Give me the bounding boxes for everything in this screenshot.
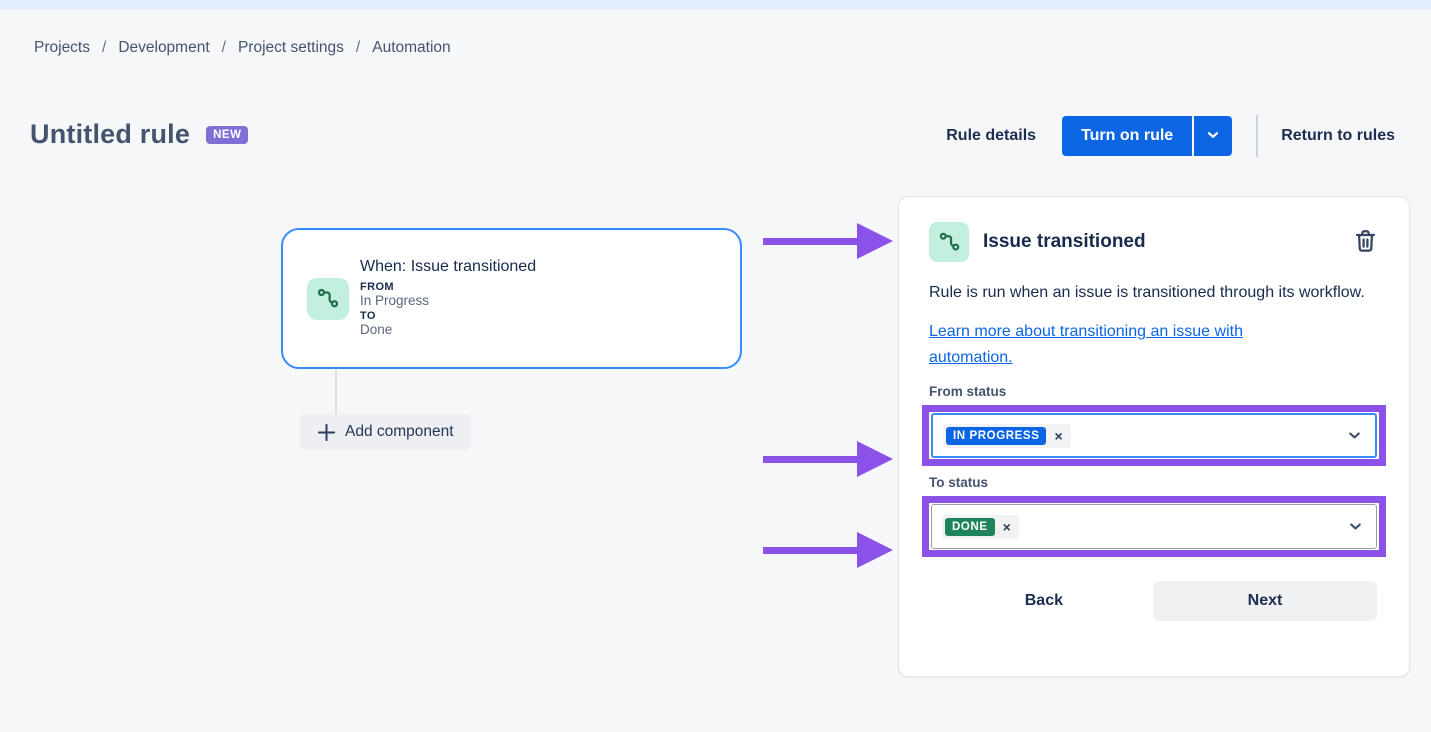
add-component-button[interactable]: Add component [300, 414, 471, 450]
to-status-label: To status [929, 475, 1379, 490]
breadcrumb-projects[interactable]: Projects [34, 39, 90, 57]
breadcrumb-development[interactable]: Development [118, 39, 209, 57]
from-status-annotation-highlight: IN PROGRESS × [922, 405, 1386, 466]
turn-on-rule-button[interactable]: Turn on rule [1062, 116, 1192, 156]
breadcrumb-separator: / [102, 39, 106, 57]
breadcrumb-separator: / [222, 39, 226, 57]
chevron-down-icon[interactable] [1347, 518, 1364, 535]
add-component-label: Add component [345, 423, 454, 441]
trigger-card-body: When: Issue transitioned FROM In Progres… [360, 258, 536, 339]
page-header: Untitled rule NEW [30, 119, 248, 150]
issue-transitioned-icon [929, 222, 969, 262]
chevron-down-icon[interactable] [1346, 427, 1363, 444]
annotation-arrow-from-status [763, 439, 895, 479]
from-status-label: From status [929, 384, 1379, 399]
remove-from-status-button[interactable]: × [1054, 429, 1066, 443]
breadcrumb-separator: / [356, 39, 360, 57]
trigger-from-value: In Progress [360, 293, 536, 308]
new-badge: NEW [206, 126, 248, 144]
annotation-arrow-panel-header [763, 221, 895, 261]
trigger-to-value: Done [360, 322, 536, 337]
panel-footer: Back Next [899, 581, 1409, 621]
trigger-from-label: FROM [360, 281, 536, 293]
trigger-card-title: When: Issue transitioned [360, 258, 536, 276]
turn-on-rule-dropdown-button[interactable] [1194, 116, 1232, 156]
in-progress-chip: IN PROGRESS [946, 427, 1046, 445]
header-actions: Rule details Turn on rule Return to rule… [946, 116, 1395, 156]
breadcrumb-project-settings[interactable]: Project settings [238, 39, 344, 57]
rule-details-button[interactable]: Rule details [946, 127, 1036, 145]
back-button[interactable]: Back [1025, 592, 1063, 610]
panel-header: Issue transitioned [899, 197, 1409, 262]
chevron-down-icon [1205, 127, 1221, 146]
remove-to-status-button[interactable]: × [1003, 520, 1015, 534]
issue-transitioned-icon [307, 278, 349, 320]
header-divider [1256, 115, 1258, 157]
learn-more-link[interactable]: Learn more about transitioning an issue … [929, 319, 1329, 370]
top-accent-strip [0, 0, 1431, 10]
from-status-tag: IN PROGRESS × [943, 424, 1071, 448]
return-to-rules-button[interactable]: Return to rules [1281, 127, 1395, 145]
breadcrumb: Projects / Development / Project setting… [34, 39, 451, 57]
to-status-tag: DONE × [942, 515, 1019, 539]
to-status-annotation-highlight: DONE × [922, 496, 1386, 557]
panel-title: Issue transitioned [983, 231, 1146, 253]
turn-on-rule-split-button: Turn on rule [1062, 116, 1232, 156]
next-button[interactable]: Next [1153, 581, 1377, 621]
breadcrumb-automation[interactable]: Automation [372, 39, 450, 57]
trigger-to-label: TO [360, 310, 536, 322]
from-status-select[interactable]: IN PROGRESS × [931, 413, 1377, 458]
plus-icon [317, 423, 336, 442]
done-chip: DONE [945, 518, 995, 536]
annotation-arrow-to-status [763, 530, 895, 570]
delete-trigger-button[interactable] [1350, 225, 1381, 260]
panel-description: Rule is run when an issue is transitione… [929, 281, 1379, 304]
page-title: Untitled rule [30, 119, 190, 150]
trigger-card-issue-transitioned[interactable]: When: Issue transitioned FROM In Progres… [281, 228, 742, 369]
automation-rule-builder: Projects / Development / Project setting… [0, 0, 1431, 732]
to-status-select[interactable]: DONE × [931, 504, 1377, 549]
trigger-config-panel: Issue transitioned Rule is run when an i… [898, 196, 1410, 677]
trash-icon [1352, 227, 1379, 258]
flow-connector-line [335, 370, 337, 414]
